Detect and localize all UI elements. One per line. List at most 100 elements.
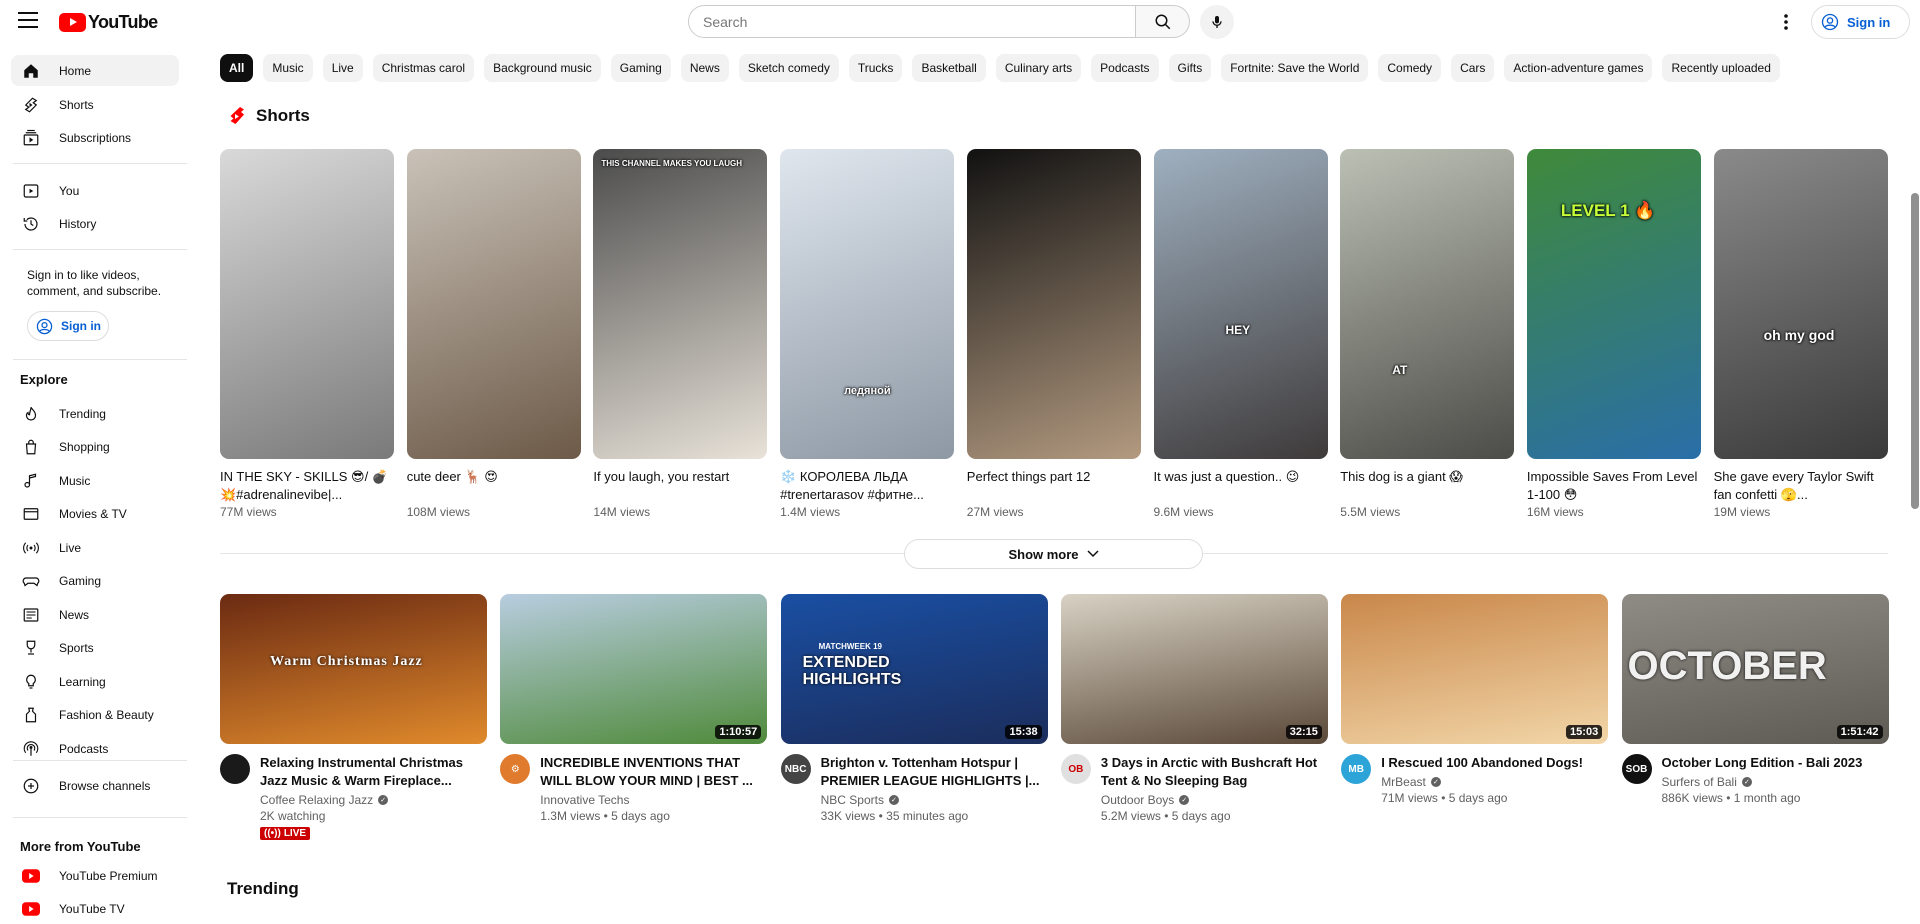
chip-christmas-carol[interactable]: Christmas carol [372, 54, 475, 82]
sidebar-item-you[interactable]: You [11, 175, 179, 206]
sidebar-item-shopping[interactable]: Shopping [11, 432, 179, 463]
short-title[interactable]: This dog is a giant 😱 [1340, 468, 1514, 504]
video-text: Relaxing Instrumental Christmas Jazz Mus… [260, 754, 485, 841]
short-title[interactable]: Perfect things part 12 [967, 468, 1141, 504]
channel-name-row: MrBeast ✓ [1381, 775, 1606, 789]
sidebar-item-browse-channels[interactable]: Browse channels [11, 770, 179, 801]
short-thumbnail[interactable] [220, 149, 394, 459]
sidebar-item-sports[interactable]: Sports [11, 633, 179, 664]
short-title[interactable]: cute deer 🦌 😍 [407, 468, 581, 504]
sidebar-item-subscriptions[interactable]: Subscriptions [11, 122, 179, 153]
sidebar-item-news[interactable]: News [11, 599, 179, 630]
sidebar-item-music[interactable]: Music [11, 465, 179, 496]
channel-avatar[interactable]: MB [1341, 754, 1372, 784]
voice-search-button[interactable] [1200, 5, 1234, 39]
short-title[interactable]: IN THE SKY - SKILLS 😎/ 💣💥#adrenalinevibe… [220, 468, 394, 504]
sidebar-item-history[interactable]: History [11, 208, 179, 239]
channel-name-row: Outdoor Boys ✓ [1101, 793, 1326, 807]
settings-more-button[interactable] [1776, 12, 1796, 32]
sidebar-item-trending[interactable]: Trending [11, 398, 179, 429]
video-thumbnail[interactable]: OCTOBER 1:51:42 [1621, 594, 1889, 744]
chip-fortnite-save-the-world[interactable]: Fortnite: Save the World [1221, 54, 1369, 82]
short-title[interactable]: ❄️ КОРОЛЕВА ЛЬДА #trenertarasov #фитне..… [780, 468, 954, 504]
short-thumbnail[interactable]: AT [1340, 149, 1515, 459]
chip-all[interactable]: All [220, 54, 254, 82]
channel-avatar[interactable]: NBC [780, 754, 811, 784]
channel-avatar[interactable]: SOB [1621, 754, 1652, 784]
sidebar-item-youtube-premium[interactable]: YouTube Premium [11, 860, 179, 891]
short-views: 1.4M views [780, 505, 841, 519]
explore-heading: Explore [20, 372, 68, 387]
video-title[interactable]: Brighton v. Tottenham Hotspur | PREMIER … [821, 754, 1046, 790]
sign-in-button[interactable]: Sign in [1811, 5, 1910, 39]
scrollbar[interactable] [1911, 193, 1919, 509]
sidebar-item-movies-tv[interactable]: Movies & TV [11, 499, 179, 530]
chip-podcasts[interactable]: Podcasts [1091, 54, 1159, 82]
channel-avatar[interactable]: ⚙ [500, 754, 531, 784]
show-more-button[interactable]: Show more [904, 539, 1203, 569]
sidebar-item-gaming[interactable]: Gaming [11, 566, 179, 597]
more-vert-icon [1784, 14, 1788, 30]
channel-avatar[interactable]: OB [1060, 754, 1091, 784]
youtube-logo[interactable]: YouTube [59, 12, 158, 33]
sidebar-item-shorts[interactable]: Shorts [11, 89, 179, 120]
chip-basketball[interactable]: Basketball [912, 54, 986, 82]
video-title[interactable]: 3 Days in Arctic with Bushcraft Hot Tent… [1101, 754, 1326, 790]
thumbnail-text: EXTENDED HIGHLIGHTS [802, 654, 902, 688]
chip-recently-uploaded[interactable]: Recently uploaded [1662, 54, 1780, 82]
short-thumbnail[interactable] [966, 149, 1141, 459]
chip-trucks[interactable]: Trucks [848, 54, 903, 82]
short-thumbnail[interactable]: LEVEL 1 🔥 [1526, 149, 1701, 459]
history-icon [22, 215, 40, 233]
video-title[interactable]: Relaxing Instrumental Christmas Jazz Mus… [260, 754, 485, 790]
chip-action-adventure-games[interactable]: Action-adventure games [1504, 54, 1653, 82]
short-meta: ❄️ КОРОЛЕВА ЛЬДА #trenertarasov #фитне..… [780, 468, 954, 519]
short-title[interactable]: She gave every Taylor Swift fan confetti… [1714, 468, 1888, 504]
chip-music[interactable]: Music [263, 54, 313, 82]
video-thumbnail[interactable]: 1:10:57 [500, 594, 768, 744]
chip-sketch-comedy[interactable]: Sketch comedy [738, 54, 839, 82]
chip-cars[interactable]: Cars [1451, 54, 1495, 82]
channel-name[interactable]: Innovative Techs [540, 793, 629, 807]
chip-live[interactable]: Live [322, 54, 363, 82]
chip-gaming[interactable]: Gaming [610, 54, 671, 82]
chip-gifts[interactable]: Gifts [1168, 54, 1212, 82]
short-thumbnail[interactable]: HEY [1153, 149, 1328, 459]
sidebar-item-label: Subscriptions [59, 130, 132, 145]
short-thumbnail[interactable] [406, 149, 581, 459]
channel-name[interactable]: MrBeast [1381, 775, 1426, 789]
sidebar-item-live[interactable]: Live [11, 532, 179, 563]
short-thumbnail[interactable]: oh my god [1713, 149, 1888, 459]
channel-name[interactable]: Surfers of Bali [1662, 775, 1737, 789]
channel-avatar[interactable] [220, 754, 250, 784]
chip-culinary-arts[interactable]: Culinary arts [995, 54, 1082, 82]
video-title[interactable]: I Rescued 100 Abandoned Dogs! [1381, 754, 1606, 772]
video-thumbnail[interactable]: MATCHWEEK 19 EXTENDED HIGHLIGHTS 15:38 [780, 594, 1048, 744]
video-thumbnail[interactable]: 15:03 [1341, 594, 1609, 744]
short-title[interactable]: Impossible Saves From Level 1-100 😳 [1527, 468, 1701, 504]
channel-name[interactable]: Coffee Relaxing Jazz [260, 793, 373, 807]
chip-comedy[interactable]: Comedy [1378, 54, 1442, 82]
video-title[interactable]: October Long Edition - Bali 2023 [1662, 754, 1887, 772]
channel-name[interactable]: NBC Sports [821, 793, 884, 807]
sidebar-sign-in-button[interactable]: Sign in [27, 311, 109, 341]
short-title[interactable]: If you laugh, you restart [593, 468, 767, 504]
search-input[interactable] [688, 5, 1136, 38]
sidebar-item-fashion-beauty[interactable]: Fashion & Beauty [11, 700, 179, 731]
chip-news[interactable]: News [680, 54, 729, 82]
short-title[interactable]: It was just a question.. 😉 [1154, 468, 1328, 504]
music-icon [22, 472, 40, 490]
search-button[interactable] [1136, 5, 1190, 38]
chip-background-music[interactable]: Background music [484, 54, 601, 82]
sidebar-item-learning[interactable]: Learning [11, 666, 179, 697]
sidebar-item-youtube-tv[interactable]: YouTube TV [11, 893, 179, 924]
short-thumbnail[interactable]: THIS CHANNEL MAKES YOU LAUGH [593, 149, 768, 459]
menu-icon[interactable] [18, 12, 38, 30]
video-thumbnail[interactable]: 32:15 [1060, 594, 1328, 744]
sidebar-item-home[interactable]: Home [11, 55, 179, 86]
video-thumbnail[interactable]: Warm Christmas Jazz [220, 594, 487, 744]
short-thumbnail[interactable]: ледяной [780, 149, 955, 459]
channel-name[interactable]: Outdoor Boys [1101, 793, 1174, 807]
sign-in-label: Sign in [1847, 14, 1891, 30]
video-title[interactable]: INCREDIBLE INVENTIONS THAT WILL BLOW YOU… [540, 754, 765, 790]
